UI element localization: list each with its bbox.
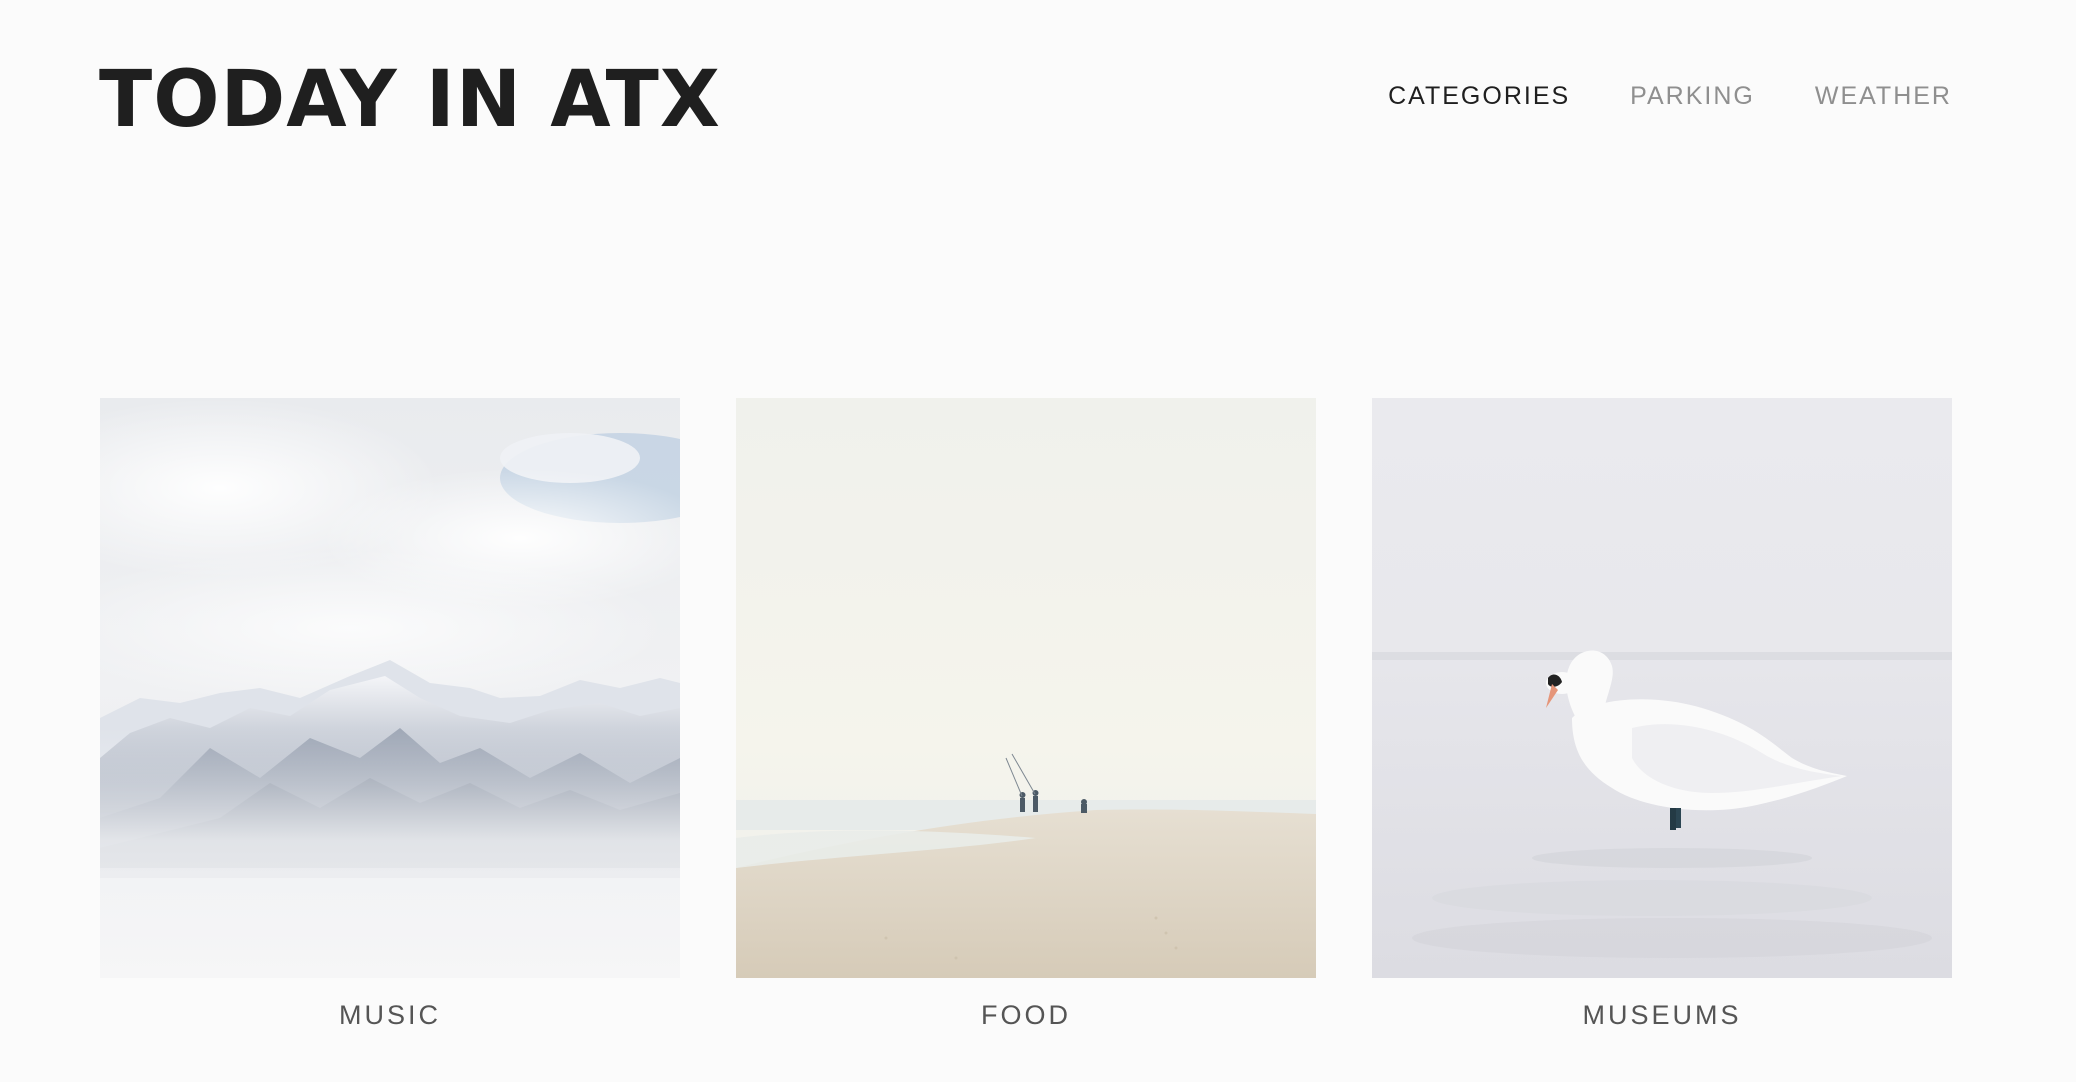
site-header: TODAY IN ATX CATEGORIES PARKING WEATHER: [0, 0, 2076, 200]
main-nav: CATEGORIES PARKING WEATHER: [1388, 82, 1952, 111]
snowy-mountains-image[interactable]: [100, 398, 680, 978]
nav-categories[interactable]: CATEGORIES: [1388, 82, 1570, 111]
swan-image[interactable]: [1372, 398, 1952, 978]
category-tile-museums[interactable]: MUSEUMS: [1372, 398, 1952, 1031]
category-label-music: MUSIC: [339, 1000, 441, 1030]
beach-fishermen-image[interactable]: [736, 398, 1316, 978]
category-label-food: FOOD: [981, 1000, 1071, 1030]
category-label-museums: MUSEUMS: [1582, 1000, 1742, 1030]
site-title[interactable]: TODAY IN ATX: [99, 52, 721, 148]
nav-weather[interactable]: WEATHER: [1815, 82, 1952, 111]
category-tile-food[interactable]: FOOD: [736, 398, 1316, 1031]
nav-parking[interactable]: PARKING: [1630, 82, 1755, 111]
category-tile-music[interactable]: MUSIC: [100, 398, 680, 1031]
category-grid: MUSIC FOOD MUSEUMS: [100, 398, 1952, 1031]
